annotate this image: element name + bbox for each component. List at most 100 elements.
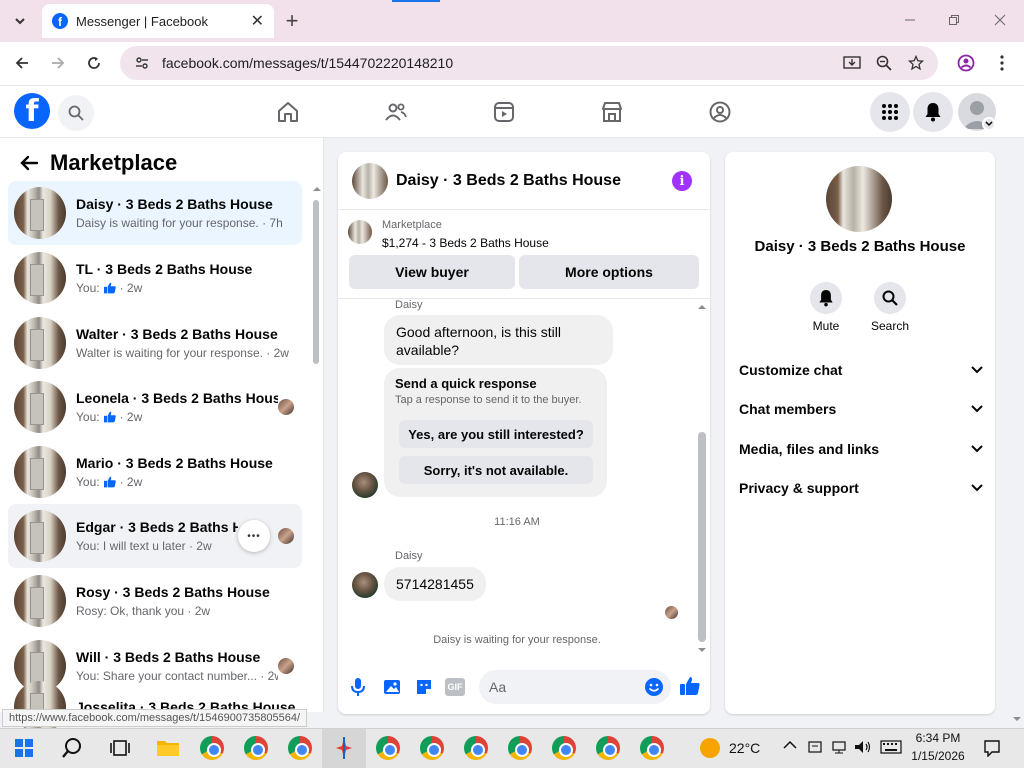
emoji-icon[interactable] [644,677,664,697]
profile-icon[interactable] [952,49,980,77]
tab-search-icon[interactable] [6,7,34,35]
keyboard-icon[interactable] [880,740,902,754]
mute-label[interactable]: Mute [796,319,856,333]
page-scroll-down-icon[interactable] [1012,714,1022,724]
conversation-item[interactable]: Mario · 3 Beds 2 Baths House You: · 2w [8,440,302,504]
notification-center-icon[interactable] [983,739,1001,757]
home-icon[interactable] [272,96,304,128]
windows-start-icon[interactable] [10,734,38,762]
conversation-item[interactable]: Edgar · 3 Beds 2 Baths House You: I will … [8,504,302,568]
clock-date[interactable]: 1/15/2026 [908,749,968,763]
message-bubble-phone[interactable]: 5714281455 [384,567,486,601]
minimize-icon[interactable] [896,6,924,34]
volume-icon[interactable] [854,739,872,755]
reload-icon[interactable] [80,49,108,77]
site-info-icon[interactable] [134,55,150,71]
tray-device-icon[interactable] [808,740,822,754]
microphone-icon[interactable] [349,677,367,697]
browser-tab-messenger[interactable]: f Messenger | Facebook ✕ [42,4,274,38]
gif-icon[interactable]: GIF [445,678,465,696]
search-label[interactable]: Search [860,319,920,333]
clock-time[interactable]: 6:34 PM [908,731,968,745]
chrome-taskbar-icon[interactable] [198,734,226,762]
thumbs-up-icon[interactable] [679,675,701,697]
quick-response-yes-button[interactable]: Yes, are you still interested? [399,420,593,448]
back-arrow-icon[interactable] [18,152,40,174]
message-bubble[interactable]: Good afternoon, is this still available? [384,315,613,365]
chrome-taskbar-icon[interactable] [594,734,622,762]
restore-icon[interactable] [940,6,968,34]
active-app-icon[interactable] [330,734,358,762]
listing-thumbnail[interactable] [348,220,372,244]
media-files-links-row[interactable]: Media, files and links [739,438,983,460]
friends-icon[interactable] [380,96,412,128]
info-avatar[interactable] [826,166,892,232]
chat-scrollbar[interactable] [698,432,706,642]
close-window-icon[interactable] [986,6,1014,34]
weather-sun-icon[interactable] [696,734,724,762]
conversation-item[interactable]: Leonela · 3 Beds 2 Baths House You: · 2w [8,375,302,439]
network-icon[interactable] [831,739,847,755]
sender-avatar-2[interactable] [352,572,378,598]
menu-grid-icon[interactable] [870,92,910,132]
more-options-icon[interactable]: ••• [238,520,270,552]
more-options-button[interactable]: More options [519,255,699,289]
conversation-item[interactable]: Rosy · 3 Beds 2 Baths House Rosy: Ok, tha… [8,569,302,633]
chrome-taskbar-icon[interactable] [638,734,666,762]
chat-scroll-up-icon[interactable] [697,302,707,312]
new-tab-icon[interactable]: + [278,7,306,35]
conversation-item[interactable]: Daisy · 3 Beds 2 Baths House Daisy is wai… [8,181,302,245]
chrome-taskbar-icon[interactable] [462,734,490,762]
photo-icon[interactable] [382,677,402,697]
chrome-taskbar-icon[interactable] [286,734,314,762]
sidebar-scrollbar[interactable] [313,200,319,364]
groups-icon[interactable] [704,96,736,128]
conversation-item[interactable]: TL · 3 Beds 2 Baths House You: · 2w [8,246,302,310]
chrome-taskbar-icon[interactable] [242,734,270,762]
message-input[interactable]: Aa [479,670,671,704]
forward-icon[interactable] [44,49,72,77]
listing-title[interactable]: $1,274 - 3 Beds 2 Baths House [382,236,549,250]
task-view-icon[interactable] [106,734,134,762]
sticker-icon[interactable] [414,677,434,697]
bookmark-star-icon[interactable] [902,49,930,77]
status-url-tooltip: https://www.facebook.com/messages/t/1546… [2,709,308,727]
video-icon[interactable] [488,96,520,128]
tray-chevron-up-icon[interactable] [783,740,797,750]
install-app-icon[interactable] [838,49,866,77]
browser-menu-icon[interactable] [988,49,1016,77]
chat-scroll-down-icon[interactable] [697,645,707,655]
preview-text: Walter is waiting for your response. · 2… [76,346,289,360]
scroll-up-icon[interactable] [312,184,322,194]
back-icon[interactable] [8,49,36,77]
customize-chat-row[interactable]: Customize chat [739,359,983,381]
weather-temp[interactable]: 22°C [729,740,760,756]
search-conversation-icon[interactable] [874,282,906,314]
chrome-taskbar-icon[interactable] [374,734,402,762]
file-explorer-icon[interactable] [154,734,182,762]
marketplace-icon[interactable] [596,96,628,128]
quick-response-no-button[interactable]: Sorry, it's not available. [399,456,593,484]
taskbar-search-icon[interactable] [58,734,86,762]
privacy-support-row[interactable]: Privacy & support [739,477,983,499]
chrome-taskbar-icon[interactable] [418,734,446,762]
address-bar[interactable]: facebook.com/messages/t/1544702220148210 [120,46,938,80]
sender-avatar[interactable] [352,472,378,498]
close-tab-icon[interactable]: ✕ [251,11,264,31]
chat-header-avatar[interactable] [352,163,388,199]
info-icon[interactable]: i [672,171,692,191]
facebook-logo-icon[interactable]: f [14,93,50,129]
notifications-bell-icon[interactable] [913,92,953,132]
search-icon[interactable] [58,95,94,131]
chat-members-row[interactable]: Chat members [739,398,983,420]
mute-bell-icon[interactable] [810,282,842,314]
chat-title[interactable]: Daisy · 3 Beds 2 Baths House [396,172,621,190]
zoom-icon[interactable] [870,49,898,77]
account-chevron-down-icon[interactable] [982,117,996,131]
conversation-item[interactable]: Walter · 3 Beds 2 Baths House Walter is w… [8,311,302,375]
chrome-taskbar-icon[interactable] [506,734,534,762]
conversation-text: Walter · 3 Beds 2 Baths House Walter is w… [76,326,302,360]
view-buyer-button[interactable]: View buyer [349,255,515,289]
thumbs-up-icon [103,476,117,488]
chrome-taskbar-icon[interactable] [550,734,578,762]
